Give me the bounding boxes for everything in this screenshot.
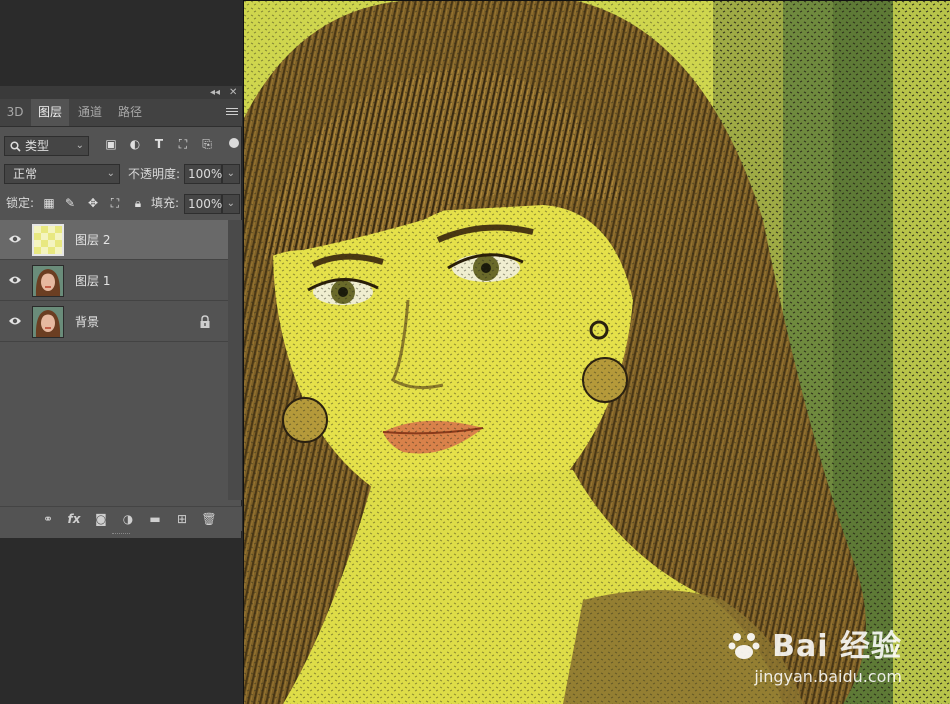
layers-scrollbar[interactable] (228, 220, 242, 500)
layer-row[interactable]: 背景 (0, 302, 228, 342)
blend-mode-value: 正常 (13, 167, 38, 181)
filter-toggle[interactable] (229, 138, 239, 148)
paw-icon (728, 633, 760, 659)
type-filter-icon[interactable]: T (152, 137, 166, 151)
new-layer-icon[interactable]: ⊞ (174, 512, 190, 526)
watermark-brand: Bai 经验 (727, 621, 902, 665)
visibility-eye-icon[interactable] (8, 315, 22, 327)
lock-icon[interactable] (199, 315, 211, 329)
layer-thumbnail (32, 306, 64, 338)
link-icon[interactable]: ⚭ (40, 512, 56, 526)
lock-artboard-icon[interactable]: ⛶ (108, 196, 122, 210)
document-canvas[interactable]: Bai 经验 jingyan.baidu.com (243, 0, 950, 704)
tab-channels[interactable]: 通道 (70, 99, 110, 126)
baidu-watermark: Bai 经验 jingyan.baidu.com (727, 621, 902, 686)
opacity-dropdown[interactable]: ⌄ (222, 164, 240, 184)
tab-3d[interactable]: 3D (0, 99, 30, 126)
layers-panel: ◂◂ ✕ 3D 图层 通道 路径 类型 ⌄ ▣ ◐ T ⛶ ⎘ 正常 ⌄ 不透明… (0, 86, 242, 538)
filter-kind-label: 类型 (25, 139, 50, 153)
fill-field[interactable]: 100% (184, 194, 222, 214)
close-panel-icon[interactable]: ✕ (229, 86, 237, 99)
layer-thumbnail (32, 265, 64, 297)
chevron-down-icon: ⌄ (226, 198, 235, 209)
panel-resize-grip[interactable] (112, 533, 130, 537)
layer-row[interactable]: 图层 2 (0, 220, 228, 260)
chevron-down-icon: ⌄ (226, 168, 235, 179)
adjustment-filter-icon[interactable]: ◐ (128, 137, 142, 151)
layer-name[interactable]: 图层 2 (75, 220, 110, 260)
layer-name[interactable]: 背景 (75, 302, 99, 342)
pixel-filter-icon[interactable]: ▣ (104, 137, 118, 151)
filter-kind-select[interactable]: 类型 ⌄ (4, 136, 89, 156)
blend-row: 正常 ⌄ 不透明度: 100% ⌄ (0, 164, 242, 186)
layer-filter-row: 类型 ⌄ ▣ ◐ T ⛶ ⎘ (0, 134, 242, 158)
lock-label: 锁定: (6, 196, 35, 210)
lock-pixels-icon[interactable]: ✎ (63, 196, 77, 210)
lock-row: 锁定: ▦ ✎ ✥ ⛶ 🔒︎ 填充: 100% ⌄ (0, 193, 242, 215)
layer-row[interactable]: 图层 1 (0, 261, 228, 301)
fx-icon[interactable]: fx (66, 512, 82, 526)
collapse-panel-icon[interactable]: ◂◂ (210, 86, 220, 99)
blend-mode-select[interactable]: 正常 ⌄ (4, 164, 120, 184)
visibility-eye-icon[interactable] (8, 233, 22, 245)
fill-dropdown[interactable]: ⌄ (222, 194, 240, 214)
portrait-thumb (33, 266, 63, 296)
layer-thumbnail (32, 224, 64, 256)
transparent-checker-thumb (34, 226, 62, 254)
opacity-label: 不透明度: (128, 167, 181, 181)
shape-filter-icon[interactable]: ⛶ (176, 137, 190, 151)
portrait-thumb (33, 307, 63, 337)
tab-paths[interactable]: 路径 (110, 99, 150, 126)
opacity-field[interactable]: 100% (184, 164, 222, 184)
mask-icon[interactable]: ◙ (93, 512, 109, 526)
trash-icon[interactable]: 🗑︎ (201, 512, 217, 526)
panel-tabs: 3D 图层 通道 路径 (0, 99, 242, 127)
canvas-edge (243, 0, 950, 704)
layer-name[interactable]: 图层 1 (75, 261, 110, 301)
lock-transparency-icon[interactable]: ▦ (42, 196, 56, 210)
panel-menu-icon[interactable] (226, 106, 238, 118)
workspace-background (0, 538, 242, 704)
panel-footer: ⚭ fx ◙ ◑ ▬ ⊞ 🗑︎ (0, 506, 242, 531)
opacity-value: 100% (188, 167, 223, 181)
smart-object-filter-icon[interactable]: ⎘ (200, 137, 214, 151)
chevron-down-icon: ⌄ (106, 168, 115, 179)
chevron-down-icon: ⌄ (75, 140, 84, 151)
adjustment-icon[interactable]: ◑ (120, 512, 136, 526)
search-icon (10, 141, 21, 152)
tab-layers[interactable]: 图层 (31, 99, 69, 126)
fill-value: 100% (188, 197, 223, 211)
fill-label: 填充: (151, 196, 180, 210)
folder-icon[interactable]: ▬ (147, 512, 163, 526)
lock-position-icon[interactable]: ✥ (86, 196, 100, 210)
watermark-brand-text: Bai 经验 (772, 629, 902, 664)
visibility-eye-icon[interactable] (8, 274, 22, 286)
panel-title-bar[interactable]: ◂◂ ✕ (0, 86, 242, 99)
lock-all-icon[interactable]: 🔒︎ (131, 196, 145, 210)
watermark-url: jingyan.baidu.com (754, 667, 902, 686)
